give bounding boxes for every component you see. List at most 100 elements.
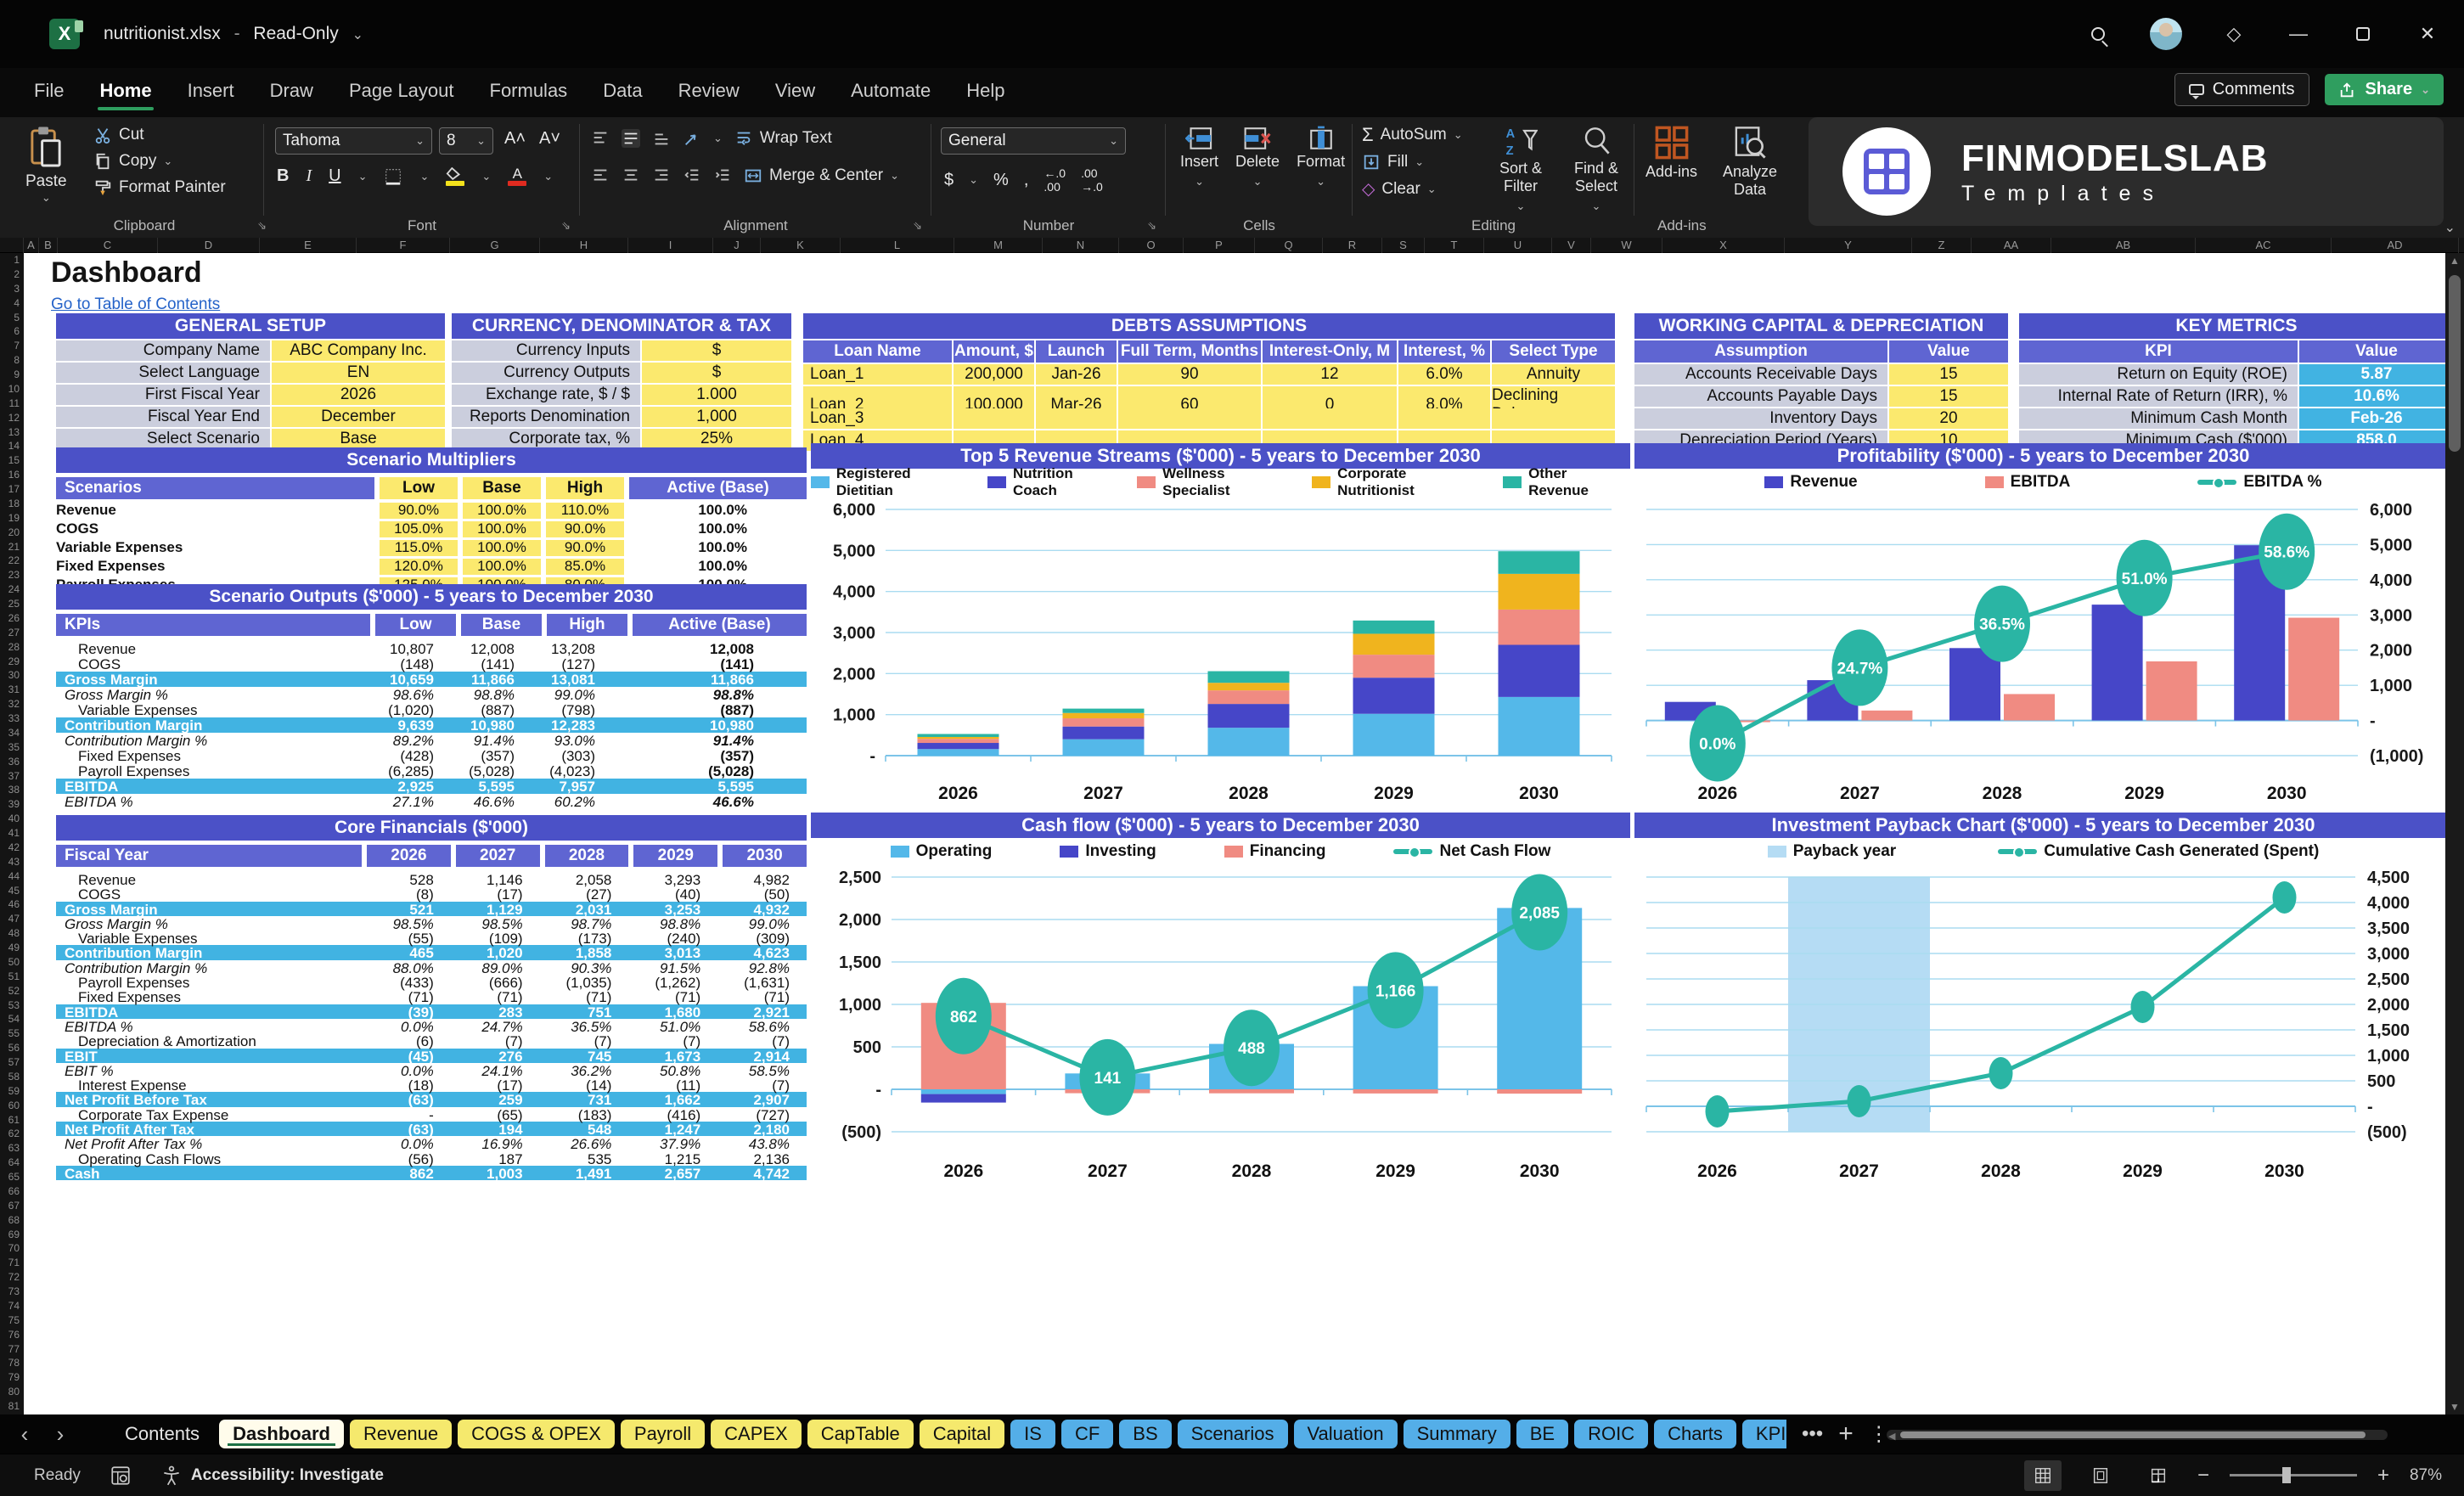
menu-tab-file[interactable]: File — [32, 73, 65, 112]
row-header-35[interactable]: 35 — [0, 740, 24, 755]
column-header-AA[interactable]: AA — [1972, 238, 2051, 253]
scroll-down-arrow[interactable]: ▼ — [2445, 1401, 2464, 1413]
sm-value[interactable]: 115.0% — [380, 539, 458, 556]
row-header-81[interactable]: 81 — [0, 1399, 24, 1414]
close-button[interactable]: ✕ — [2415, 21, 2440, 47]
row-header-10[interactable]: 10 — [0, 382, 24, 396]
row-header-18[interactable]: 18 — [0, 497, 24, 511]
working-capital-table-value[interactable]: 20 — [1889, 408, 2008, 429]
row-header-53[interactable]: 53 — [0, 998, 24, 1013]
tab-scroll-right-arrow[interactable]: › — [49, 1421, 71, 1448]
grow-font-button[interactable]: A˄ — [504, 129, 526, 149]
column-header-K[interactable]: K — [761, 238, 841, 253]
debts-cell[interactable]: 90 — [1118, 364, 1261, 385]
row-header-1[interactable]: 1 — [0, 253, 24, 267]
column-header-AD[interactable]: AD — [2332, 238, 2459, 253]
currency-table-value[interactable]: 25% — [642, 429, 791, 449]
row-header-31[interactable]: 31 — [0, 683, 24, 697]
row-header-16[interactable]: 16 — [0, 468, 24, 482]
column-header-B[interactable]: B — [39, 238, 58, 253]
zoom-slider-thumb[interactable] — [2281, 1467, 2291, 1483]
sm-value[interactable]: 85.0% — [546, 558, 624, 575]
row-header-7[interactable]: 7 — [0, 339, 24, 353]
account-avatar[interactable] — [2150, 18, 2182, 50]
debts-cell[interactable]: 6.0% — [1398, 364, 1490, 385]
menu-tab-data[interactable]: Data — [601, 73, 644, 112]
row-header-56[interactable]: 56 — [0, 1041, 24, 1055]
row-header-14[interactable]: 14 — [0, 439, 24, 453]
column-header-AC[interactable]: AC — [2196, 238, 2332, 253]
decrease-indent-icon[interactable] — [683, 166, 701, 185]
row-header-26[interactable]: 26 — [0, 611, 24, 626]
debts-cell[interactable] — [1492, 408, 1615, 429]
row-header-38[interactable]: 38 — [0, 783, 24, 797]
find-select-button[interactable]: Find & Select ⌄ — [1564, 124, 1629, 215]
column-header-Y[interactable]: Y — [1785, 238, 1912, 253]
row-header-66[interactable]: 66 — [0, 1184, 24, 1199]
number-format-combo[interactable]: General ⌄ — [941, 127, 1126, 155]
more-sheets-ellipsis[interactable]: ••• — [1802, 1422, 1823, 1446]
column-header-G[interactable]: G — [450, 238, 540, 253]
sheet-tab-contents[interactable]: Contents — [111, 1420, 213, 1448]
row-header-59[interactable]: 59 — [0, 1084, 24, 1099]
sm-value[interactable]: 100.0% — [463, 539, 541, 556]
general-setup-table-value[interactable]: 2026 — [272, 385, 445, 405]
add-ins-button[interactable]: Add-ins — [1645, 124, 1697, 199]
column-header-P[interactable]: P — [1184, 238, 1255, 253]
currency-table-value[interactable]: $ — [642, 340, 791, 361]
column-header-A[interactable]: A — [24, 238, 39, 253]
sm-value[interactable]: 120.0% — [380, 558, 458, 575]
align-right-icon[interactable] — [652, 166, 671, 185]
italic-button[interactable]: I — [306, 166, 312, 186]
debts-cell[interactable]: 12 — [1263, 364, 1397, 385]
zoom-slider[interactable] — [2229, 1467, 2357, 1483]
debts-cell[interactable] — [954, 408, 1034, 429]
row-header-41[interactable]: 41 — [0, 826, 24, 841]
currency-table-value[interactable]: $ — [642, 363, 791, 383]
decrease-decimal-button[interactable]: .00 →.0 — [1081, 166, 1103, 194]
sheet-tab-valuation[interactable]: Valuation — [1293, 1420, 1398, 1448]
zoom-level[interactable]: 87% — [2410, 1466, 2442, 1485]
row-header-4[interactable]: 4 — [0, 296, 24, 311]
sheet-tab-be[interactable]: BE — [1516, 1420, 1569, 1448]
column-header-AB[interactable]: AB — [2051, 238, 2196, 253]
menu-tab-formulas[interactable]: Formulas — [488, 73, 570, 112]
delete-cells-button[interactable]: Delete ⌄ — [1235, 126, 1280, 190]
merge-center-button[interactable]: Merge & Center ⌄ — [744, 166, 899, 185]
row-header-48[interactable]: 48 — [0, 926, 24, 941]
sm-value[interactable]: 90.0% — [546, 520, 624, 537]
paste-button[interactable]: Paste ⌄ — [25, 126, 67, 205]
row-header-28[interactable]: 28 — [0, 640, 24, 655]
font-name-combo[interactable]: Tahoma ⌄ — [275, 127, 432, 155]
format-cells-button[interactable]: Format ⌄ — [1297, 126, 1345, 190]
row-header-19[interactable]: 19 — [0, 511, 24, 526]
row-header-71[interactable]: 71 — [0, 1256, 24, 1270]
zoom-out-button[interactable]: − — [2197, 1464, 2209, 1488]
row-header-42[interactable]: 42 — [0, 841, 24, 855]
row-header-3[interactable]: 3 — [0, 282, 24, 296]
row-header-64[interactable]: 64 — [0, 1156, 24, 1170]
row-header-52[interactable]: 52 — [0, 984, 24, 998]
debts-cell[interactable]: Annuity — [1492, 364, 1615, 385]
autosum-button[interactable]: Σ AutoSum ⌄ — [1362, 124, 1463, 146]
row-header-44[interactable]: 44 — [0, 869, 24, 884]
debts-cell[interactable]: Jan-26 — [1036, 364, 1117, 385]
debts-cell[interactable]: Loan_3 — [803, 408, 952, 429]
sm-value[interactable]: 100.0% — [463, 502, 541, 519]
general-setup-table-value[interactable]: December — [272, 407, 445, 427]
vertical-scrollbar[interactable]: ▲ ▼ — [2445, 253, 2464, 1414]
row-header-61[interactable]: 61 — [0, 1113, 24, 1128]
row-header-15[interactable]: 15 — [0, 453, 24, 468]
cut-button[interactable]: Cut — [93, 126, 226, 144]
row-header-76[interactable]: 76 — [0, 1328, 24, 1342]
currency-table-value[interactable]: 1.000 — [642, 385, 791, 405]
scroll-left-arrow[interactable]: ◀ — [1888, 1431, 1895, 1442]
row-header-37[interactable]: 37 — [0, 769, 24, 784]
row-header-20[interactable]: 20 — [0, 526, 24, 540]
column-header-T[interactable]: T — [1425, 238, 1484, 253]
column-header-U[interactable]: U — [1484, 238, 1552, 253]
sheet-tab-payroll[interactable]: Payroll — [620, 1420, 706, 1448]
sheet-tab-capital[interactable]: Capital — [919, 1420, 1005, 1448]
orientation-icon[interactable] — [683, 129, 701, 148]
menu-tab-view[interactable]: View — [774, 73, 817, 112]
